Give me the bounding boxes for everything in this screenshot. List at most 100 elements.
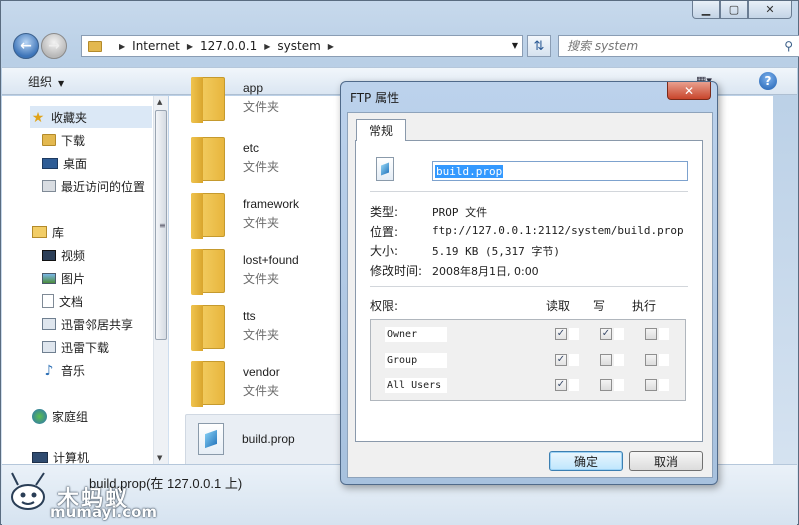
close-icon: ✕ [683,83,695,98]
folder-icon [191,249,225,295]
breadcrumb-internet[interactable]: Internet [132,39,180,53]
sidebar-item-label: 视频 [61,248,86,263]
breadcrumb-system[interactable]: system [277,39,320,53]
sidebar-item-favorites[interactable]: ★ 收藏夹 [30,106,152,128]
read-checkbox[interactable]: ✓ [555,379,567,391]
search-box[interactable]: ⚲ [558,35,799,57]
navigation-pane: ★ 收藏夹 下载 桌面 最近访问的位置 库 视频 图片 文档 迅雷邻居共享 迅雷… [2,96,168,464]
sidebar-item-download[interactable]: 下载 [42,129,85,151]
music-note-icon: ♪ [44,363,54,379]
type-label: 类型: [370,205,399,219]
write-checkbox[interactable] [600,379,612,391]
forward-button[interactable]: → [41,33,67,59]
organize-label: 组织 [28,75,53,89]
sidebar-item-videos[interactable]: 视频 [42,244,85,266]
star-icon: ★ [31,110,45,126]
tab-general[interactable]: 常规 [356,119,406,141]
folder-icon [191,361,225,407]
refresh-button[interactable]: ⇅ [527,35,551,57]
perm-write-header: 写 [593,299,606,313]
checkbox-pad [659,354,669,366]
scrollbar-thumb[interactable]: ≡ [155,110,167,340]
dialog-body: 常规 build.prop 类型: PROP 文件 位置: ftp://127.… [347,112,713,478]
arrow-right-icon: → [48,38,60,54]
type-value: PROP 文件 [432,206,488,219]
exec-checkbox[interactable] [645,354,657,366]
scroll-down-icon[interactable]: ▼ [157,454,162,462]
location-label: 位置: [370,225,399,239]
filename-value: build.prop [435,164,504,178]
sidebar-item-label: 音乐 [61,363,86,378]
read-checkbox[interactable]: ✓ [555,354,567,366]
maximize-button[interactable]: ▢ [720,1,748,19]
file-type: 文件夹 [243,384,280,398]
breadcrumb-host[interactable]: 127.0.0.1 [200,39,257,53]
prop-file-icon [198,423,224,455]
breadcrumb-separator-icon[interactable]: ▶ [119,42,125,51]
caption-buttons: ▁ ▢ ✕ [692,1,792,19]
sidebar-item-label: 下载 [61,133,86,148]
checkbox-pad [614,328,624,340]
sidebar-item-libraries[interactable]: 库 [32,221,64,243]
download-library-icon [42,341,56,353]
divider [370,286,688,288]
dialog-close-button[interactable]: ✕ [667,82,711,100]
sidebar-item-music[interactable]: ♪ 音乐 [42,359,85,381]
checkbox-pad [569,354,579,366]
status-text: build.prop(在 127.0.0.1 上) [89,476,243,491]
sidebar-item-homegroup[interactable]: 家庭组 [32,405,88,427]
search-input[interactable] [567,39,767,53]
read-checkbox[interactable]: ✓ [555,328,567,340]
chevron-down-icon[interactable]: ▼ [512,41,518,50]
navigation-row: ← → ▶ Internet ▶ 127.0.0.1 ▶ system ▶ ▼ … [11,31,799,61]
checkbox-pad [569,328,579,340]
back-button[interactable]: ← [13,33,39,59]
sidebar-item-pictures[interactable]: 图片 [42,267,85,289]
cancel-button[interactable]: 取消 [629,451,703,471]
divider [370,191,688,193]
breadcrumb-separator-icon[interactable]: ▶ [328,42,334,51]
sidebar-item-label: 文档 [59,294,84,309]
permission-row-owner: Owner ✓ ✓ [371,324,685,344]
checkbox-pad [659,379,669,391]
write-checkbox[interactable] [600,354,612,366]
file-type: 文件夹 [243,160,280,174]
sidebar-item-label: 收藏夹 [51,110,88,125]
sidebar-item-xunlei-share[interactable]: 迅雷邻居共享 [42,313,133,335]
sidebar-item-label: 家庭组 [52,409,89,424]
sidebar-item-xunlei-download[interactable]: 迅雷下载 [42,336,109,358]
recent-places-icon [42,180,56,192]
size-label: 大小: [370,244,399,258]
breadcrumb-separator-icon[interactable]: ▶ [264,42,270,51]
write-checkbox[interactable]: ✓ [600,328,612,340]
exec-checkbox[interactable] [645,379,657,391]
scroll-up-icon[interactable]: ▲ [157,98,162,106]
perm-who: Group [385,353,447,368]
address-bar[interactable]: ▶ Internet ▶ 127.0.0.1 ▶ system ▶ ▼ [81,35,523,57]
help-button[interactable]: ? [759,72,777,90]
arrow-left-icon: ← [20,38,32,54]
checkbox-pad [614,379,624,391]
file-name: build.prop [242,432,295,446]
permissions-box: Owner ✓ ✓ Group ✓ All Users ✓ [370,319,686,401]
permissions-label: 权限: [370,299,399,313]
search-icon[interactable]: ⚲ [784,39,793,53]
sidebar-scrollbar[interactable]: ▲ ≡ ▼ [153,96,168,464]
minimize-button[interactable]: ▁ [692,1,720,19]
filename-field[interactable]: build.prop [432,161,688,181]
folder-icon [191,77,225,123]
sidebar-item-recent[interactable]: 最近访问的位置 [42,175,145,197]
sidebar-item-computer[interactable]: 计算机 [32,450,89,464]
dialog-title: FTP 属性 [350,91,400,105]
exec-checkbox[interactable] [645,328,657,340]
close-button[interactable]: ✕ [748,1,792,19]
organize-button[interactable]: 组织 ▼ [28,73,64,90]
folder-icon [88,40,102,52]
breadcrumb-separator-icon[interactable]: ▶ [187,42,193,51]
sidebar-item-documents[interactable]: 文档 [42,290,83,312]
document-icon [42,294,54,308]
file-name: vendor [243,365,280,379]
sidebar-item-desktop[interactable]: 桌面 [42,152,87,174]
watermark-url: mumayi.com [50,503,158,521]
ok-button[interactable]: 确定 [549,451,623,471]
